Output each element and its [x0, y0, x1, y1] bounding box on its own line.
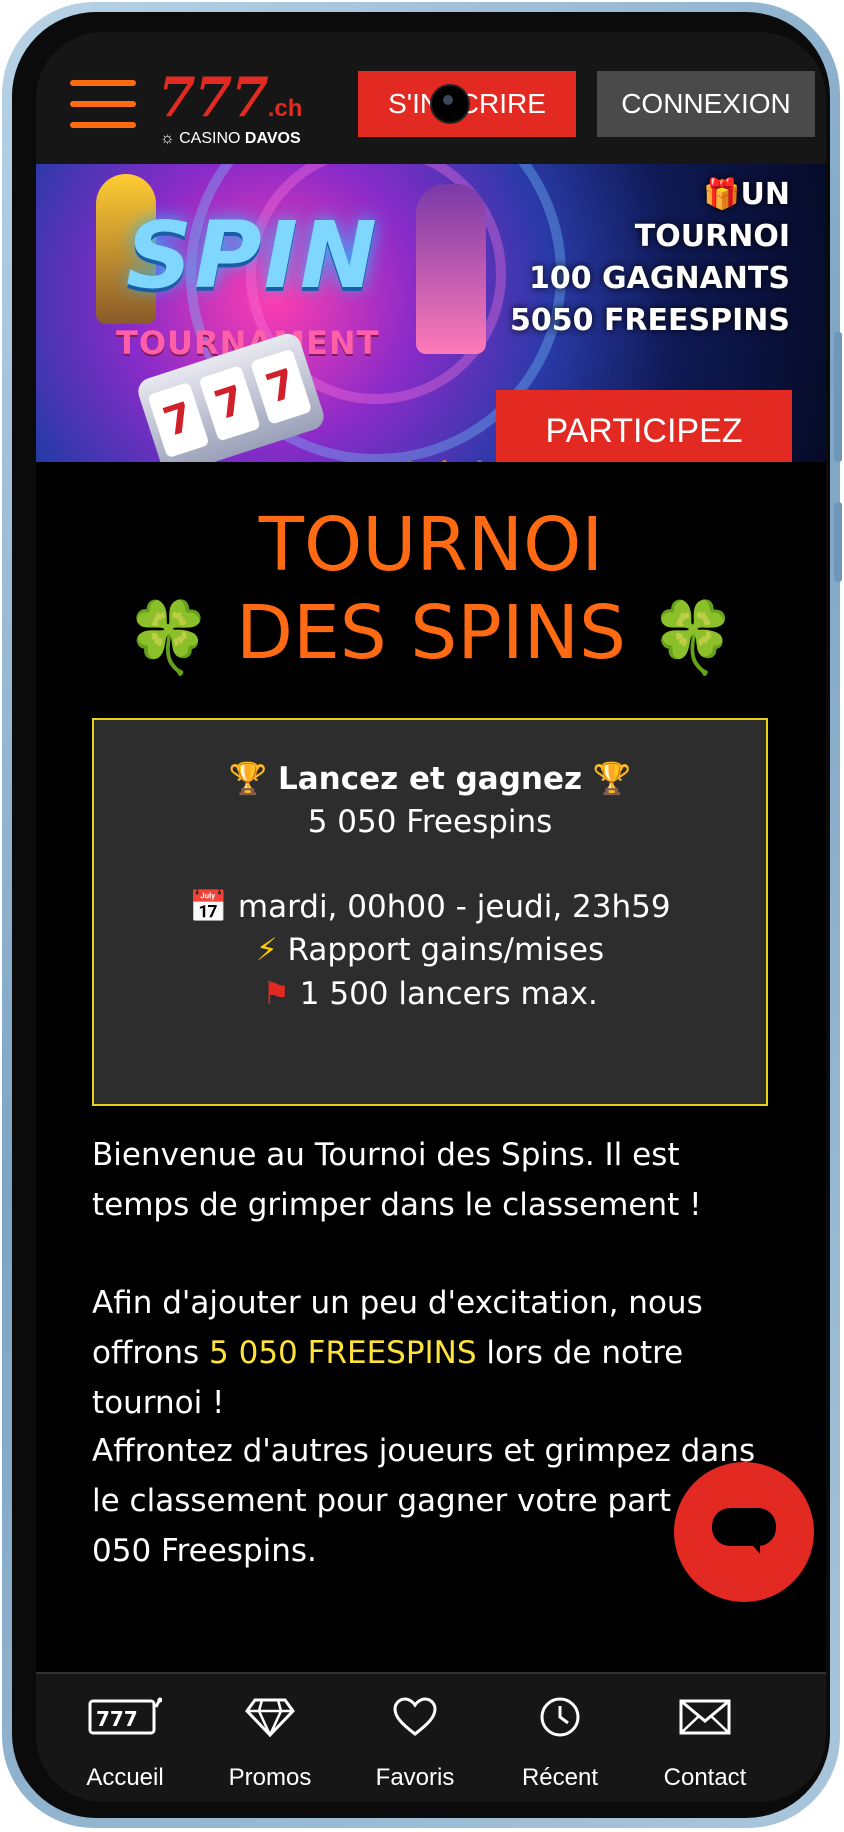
info-ratio: ⚡ Rapport gains/mises: [94, 932, 766, 968]
info-max-spins-text: 1 500 lancers max.: [299, 976, 598, 1012]
banner-line-3: 100 GAGNANTS: [528, 261, 790, 296]
casino-logo[interactable]: 777.ch ☼ CASINO DAVOS: [158, 70, 338, 150]
trophy-icon: 🏆: [228, 761, 268, 797]
page-title-text: DES SPINS: [236, 590, 626, 676]
logo-davos: DAVOS: [244, 130, 301, 147]
logo-number: 777: [158, 65, 269, 129]
lightning-icon: ⚡: [255, 932, 278, 968]
gift-icon: 🎁: [703, 177, 741, 212]
phone-frame: 777.ch ☼ CASINO DAVOS S'INSCRIRE CONNEXI…: [2, 2, 842, 1828]
trophy-icon: 🏆: [592, 761, 632, 797]
bottom-navigation: 777 Accueil Promos Favoris Récent Contac…: [36, 1672, 826, 1802]
intro-paragraph: Bienvenue au Tournoi des Spins. Il est t…: [92, 1137, 702, 1223]
envelope-icon: [630, 1692, 780, 1742]
chat-bubble-tail: [748, 1540, 760, 1554]
diamond-icon: [195, 1692, 345, 1742]
flag-icon: ⚑: [262, 976, 290, 1012]
participate-button[interactable]: PARTICIPEZ: [496, 390, 792, 462]
freespins-highlight: 5 050 FREESPINS: [209, 1335, 477, 1371]
carousel-dots[interactable]: [392, 450, 497, 462]
hamburger-menu-icon[interactable]: [70, 80, 136, 130]
logo-subtitle: ☼ CASINO DAVOS: [160, 130, 301, 148]
nav-promos[interactable]: Promos: [195, 1674, 345, 1802]
calendar-icon: 📅: [189, 889, 229, 925]
nav-recent[interactable]: Récent: [485, 1674, 635, 1802]
chat-button[interactable]: [674, 1462, 814, 1602]
info-heading-text: Lancez et gagnez: [277, 761, 583, 797]
info-freespins: 5 050 Freespins: [307, 804, 553, 840]
chat-bubble-icon: [712, 1508, 776, 1546]
tournament-info-box: 🏆 Lancez et gagnez 🏆 5 050 Freespins 📅 m…: [92, 718, 768, 1106]
clover-icon: 🍀: [125, 596, 213, 679]
page-title-line-2: 🍀 DES SPINS 🍀: [36, 588, 826, 682]
svg-text:777: 777: [96, 1707, 138, 1731]
heart-icon: [340, 1692, 490, 1742]
login-button[interactable]: CONNEXION: [597, 71, 815, 137]
sun-icon: ☼: [160, 130, 175, 147]
info-max-spins: ⚑ 1 500 lancers max.: [94, 976, 766, 1012]
phone-bezel: 777.ch ☼ CASINO DAVOS S'INSCRIRE CONNEXI…: [12, 12, 830, 1818]
promo-banner[interactable]: SPIN TOURNAMENT 777 🎁UN TOURNOI 100 GAGN…: [36, 164, 826, 462]
slot-machine-icon: 777: [50, 1692, 200, 1742]
clock-icon: [485, 1692, 635, 1742]
nav-label: Accueil: [86, 1764, 164, 1791]
nav-label: Promos: [228, 1764, 312, 1791]
nav-contact[interactable]: Contact: [630, 1674, 780, 1802]
info-schedule: 📅 mardi, 00h00 - jeudi, 23h59: [94, 888, 766, 925]
info-heading: 🏆 Lancez et gagnez 🏆: [94, 760, 766, 797]
nav-label: Contact: [663, 1764, 747, 1791]
banner-promo-text: 🎁UN TOURNOI 100 GAGNANTS 5050 FREESPINS: [510, 174, 790, 342]
power-button: [834, 502, 842, 582]
spin-logo-text: SPIN: [126, 202, 379, 309]
logo-casino: CASINO: [179, 130, 241, 147]
logo-suffix: .ch: [267, 95, 303, 122]
volume-button: [834, 332, 842, 462]
banner-line-4: 5050 FREESPINS: [510, 303, 790, 338]
page-title-line-1: TOURNOI: [258, 502, 604, 588]
nav-accueil[interactable]: 777 Accueil: [50, 1674, 200, 1802]
clover-icon: 🍀: [649, 596, 737, 679]
front-camera: [430, 84, 470, 124]
cowgirl-character: [416, 184, 486, 354]
nav-favoris[interactable]: Favoris: [340, 1674, 490, 1802]
freespins-paragraph: Afin d'ajouter un peu d'excitation, nous…: [92, 1278, 782, 1428]
banner-line-1: UN: [740, 177, 790, 212]
banner-line-2: TOURNOI: [634, 219, 790, 254]
info-ratio-text: Rapport gains/mises: [287, 932, 605, 968]
nav-label: Récent: [521, 1764, 599, 1791]
screen: 777.ch ☼ CASINO DAVOS S'INSCRIRE CONNEXI…: [36, 32, 826, 1802]
nav-label: Favoris: [375, 1764, 455, 1791]
info-schedule-text: mardi, 00h00 - jeudi, 23h59: [237, 889, 671, 925]
